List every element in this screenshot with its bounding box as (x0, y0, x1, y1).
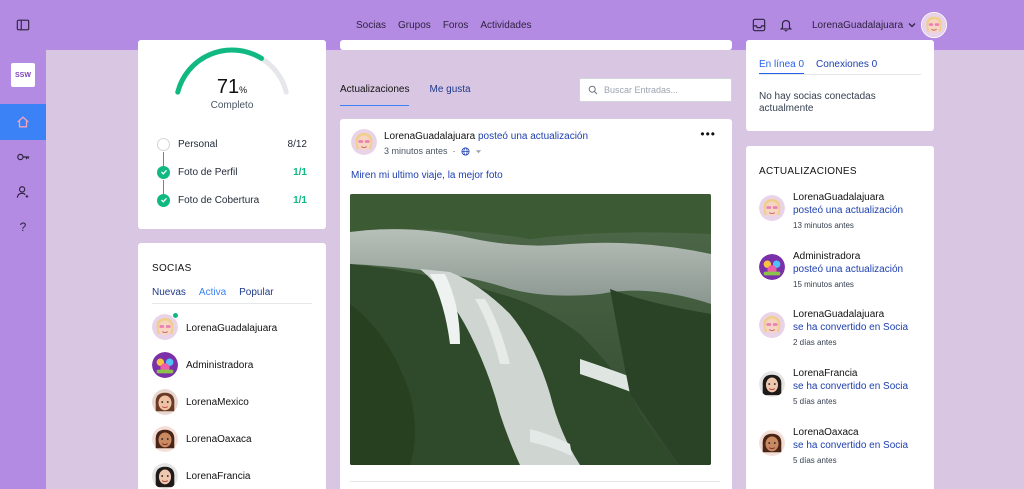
key-icon[interactable] (0, 139, 46, 175)
update-time: 5 días antes (793, 456, 837, 465)
completion-percent: 71% (216, 76, 248, 98)
divider (350, 481, 720, 482)
list-item: LorenaFrancia se ha convertido en Socia … (759, 368, 929, 410)
list-item[interactable]: LorenaOaxaca (152, 426, 252, 452)
update-time: 2 días antes (793, 338, 837, 347)
update-action[interactable]: se ha convertido en Socia (793, 381, 908, 392)
tab-conexiones[interactable]: Conexiones 0 (816, 59, 877, 74)
list-item: Administradora posteó una actualización … (759, 251, 929, 293)
profile-completion-card: 71% Completo Personal 8/12 Foto de Perfi… (138, 40, 326, 229)
waterfall-photo[interactable] (350, 194, 711, 465)
more-options-icon[interactable]: ••• (700, 127, 716, 141)
avatar[interactable] (152, 426, 178, 452)
user-settings-icon[interactable] (0, 174, 46, 210)
avatar[interactable] (759, 430, 785, 456)
bell-icon[interactable] (779, 18, 793, 32)
update-action[interactable]: se ha convertido en Socia (793, 440, 908, 451)
feed-tabs: Actualizaciones Me gusta (340, 84, 471, 106)
members-widget: SOCIAS Nuevas Activa Popular LorenaGuada… (138, 243, 326, 489)
post-text: Miren mi ultimo viaje, la mejor foto (351, 170, 503, 181)
nav-foros[interactable]: Foros (443, 20, 469, 31)
update-author[interactable]: LorenaGuadalajuara (793, 192, 884, 203)
site-logo[interactable]: SSW (11, 63, 35, 87)
avatar[interactable] (759, 371, 785, 397)
home-icon[interactable] (0, 104, 46, 140)
check-icon (157, 193, 170, 207)
tab-nuevas[interactable]: Nuevas (152, 287, 186, 303)
sidebar-toggle-icon[interactable] (0, 7, 46, 43)
inbox-icon[interactable] (752, 18, 766, 32)
update-author[interactable]: LorenaFrancia (793, 368, 857, 379)
post-action: posteó una actualización (477, 131, 589, 142)
tab-actualizaciones[interactable]: Actualizaciones (340, 84, 410, 106)
chevron-down-icon[interactable] (907, 20, 917, 30)
globe-icon[interactable] (461, 146, 470, 156)
update-author[interactable]: Administradora (793, 251, 860, 262)
activity-post: LorenaGuadalajuara posteó una actualizac… (340, 119, 732, 489)
update-time: 5 días antes (793, 397, 837, 406)
list-item[interactable]: Administradora (152, 352, 253, 378)
progress-item-cover-photo: Foto de Cobertura 1/1 (157, 193, 307, 207)
updates-title: ACTUALIZACIONES (759, 166, 857, 177)
post-header: LorenaGuadalajuara posteó una actualizac… (384, 131, 588, 142)
progress-item-profile-photo: Foto de Perfil 1/1 (157, 165, 307, 179)
avatar[interactable] (152, 352, 178, 378)
avatar[interactable] (152, 389, 178, 415)
progress-item-personal: Personal 8/12 (157, 137, 307, 151)
search-icon (588, 85, 598, 95)
list-item: LorenaOaxaca se ha convertido en Socia 5… (759, 427, 929, 469)
avatar[interactable] (759, 195, 785, 221)
avatar[interactable] (921, 12, 948, 38)
nav-grupos[interactable]: Grupos (398, 20, 431, 31)
list-item[interactable]: LorenaFrancia (152, 463, 250, 489)
online-tabs: En línea 0 Conexiones 0 (759, 59, 921, 75)
update-time: 15 minutos antes (793, 280, 854, 289)
update-time: 13 minutos antes (793, 221, 854, 230)
avatar[interactable] (759, 254, 785, 280)
nav-actividades[interactable]: Actividades (480, 20, 531, 31)
tab-me-gusta[interactable]: Me gusta (429, 84, 470, 106)
incomplete-circle-icon (157, 137, 170, 151)
update-author[interactable]: LorenaGuadalajuara (793, 309, 884, 320)
search-input[interactable] (604, 85, 724, 95)
list-item[interactable]: LorenaMexico (152, 389, 249, 415)
check-icon (157, 165, 170, 179)
username[interactable]: LorenaGuadalajuara (812, 20, 903, 31)
caret-down-icon[interactable] (475, 148, 482, 155)
tab-activa[interactable]: Activa (199, 287, 226, 303)
empty-state-text: No hay socias conectadas actualmente (759, 91, 876, 114)
update-action[interactable]: posteó una actualización (793, 205, 903, 216)
update-action[interactable]: posteó una actualización (793, 264, 903, 275)
post-meta: 3 minutos antes · (384, 146, 482, 156)
avatar[interactable] (152, 463, 178, 489)
online-indicator (172, 311, 179, 319)
nav-socias[interactable]: Socias (356, 20, 386, 31)
list-item: LorenaGuadalajuara se ha convertido en S… (759, 309, 929, 351)
search-box[interactable] (579, 78, 732, 102)
help-icon[interactable]: ? (0, 209, 46, 245)
completion-label: Completo (210, 100, 254, 111)
update-author[interactable]: LorenaOaxaca (793, 427, 859, 438)
tab-en-linea[interactable]: En línea 0 (759, 59, 805, 74)
members-tabs: Nuevas Activa Popular (152, 287, 312, 304)
online-members-widget: En línea 0 Conexiones 0 No hay socias co… (746, 40, 934, 131)
list-item[interactable]: LorenaGuadalajuara (152, 311, 277, 341)
post-author-link[interactable]: LorenaGuadalajuara (384, 131, 475, 142)
update-action[interactable]: se ha convertido en Socia (793, 322, 908, 333)
members-title: SOCIAS (152, 263, 192, 274)
avatar[interactable] (351, 129, 377, 155)
avatar[interactable] (759, 312, 785, 338)
post-time[interactable]: 3 minutos antes (384, 146, 448, 156)
list-item: LorenaGuadalajuara posteó una actualizac… (759, 192, 929, 234)
latest-updates-widget: ACTUALIZACIONES LorenaGuadalajuara poste… (746, 146, 934, 489)
tab-popular[interactable]: Popular (239, 287, 273, 303)
post-composer-edge (340, 40, 732, 50)
left-sidebar: SSW ? (0, 0, 46, 489)
